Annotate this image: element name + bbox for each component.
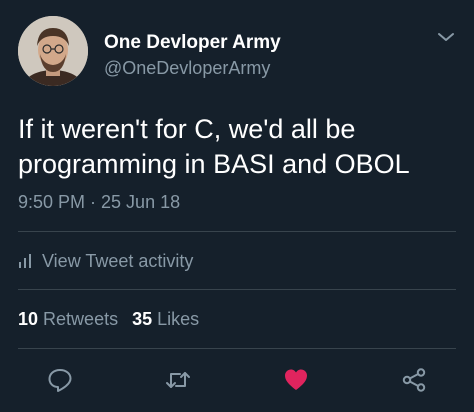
retweet-icon <box>166 372 190 388</box>
retweet-button[interactable] <box>164 366 192 394</box>
view-tweet-activity-link[interactable]: View Tweet activity <box>18 250 193 272</box>
divider <box>18 289 456 290</box>
like-button[interactable] <box>282 366 310 394</box>
retweets-stat[interactable]: 10 Retweets <box>18 309 118 329</box>
retweets-label: Retweets <box>43 309 119 329</box>
author-display-name[interactable]: One Devloper Army <box>104 32 281 54</box>
avatar-photo <box>18 16 88 86</box>
heart-icon <box>285 369 307 390</box>
reply-icon <box>48 369 72 392</box>
tweet-text-line: programming in BASI and OBOL <box>18 149 410 179</box>
reply-button[interactable] <box>46 366 74 394</box>
likes-stat[interactable]: 35 Likes <box>132 309 199 329</box>
divider <box>18 231 456 232</box>
likes-label: Likes <box>157 309 200 329</box>
divider <box>18 348 456 349</box>
avatar[interactable] <box>18 16 88 86</box>
bar-chart-icon <box>19 254 31 268</box>
view-tweet-activity-label: View Tweet activity <box>42 250 194 271</box>
share-button[interactable] <box>400 366 428 394</box>
share-icon <box>402 368 426 392</box>
author-handle[interactable]: @OneDevloperArmy <box>104 58 270 79</box>
chevron-down-icon[interactable] <box>436 30 456 44</box>
tweet-text: If it weren't for C, we'd all be program… <box>18 112 464 182</box>
tweet-stats: 10 Retweets 35 Likes <box>18 309 199 330</box>
retweets-count: 10 <box>18 309 39 329</box>
likes-count: 35 <box>132 309 153 329</box>
tweet-card: One Devloper Army @OneDevloperArmy If it… <box>0 0 474 412</box>
tweet-text-line: If it weren't for C, we'd all be <box>18 114 356 144</box>
tweet-timestamp[interactable]: 9:50 PM · 25 Jun 18 <box>18 192 180 213</box>
